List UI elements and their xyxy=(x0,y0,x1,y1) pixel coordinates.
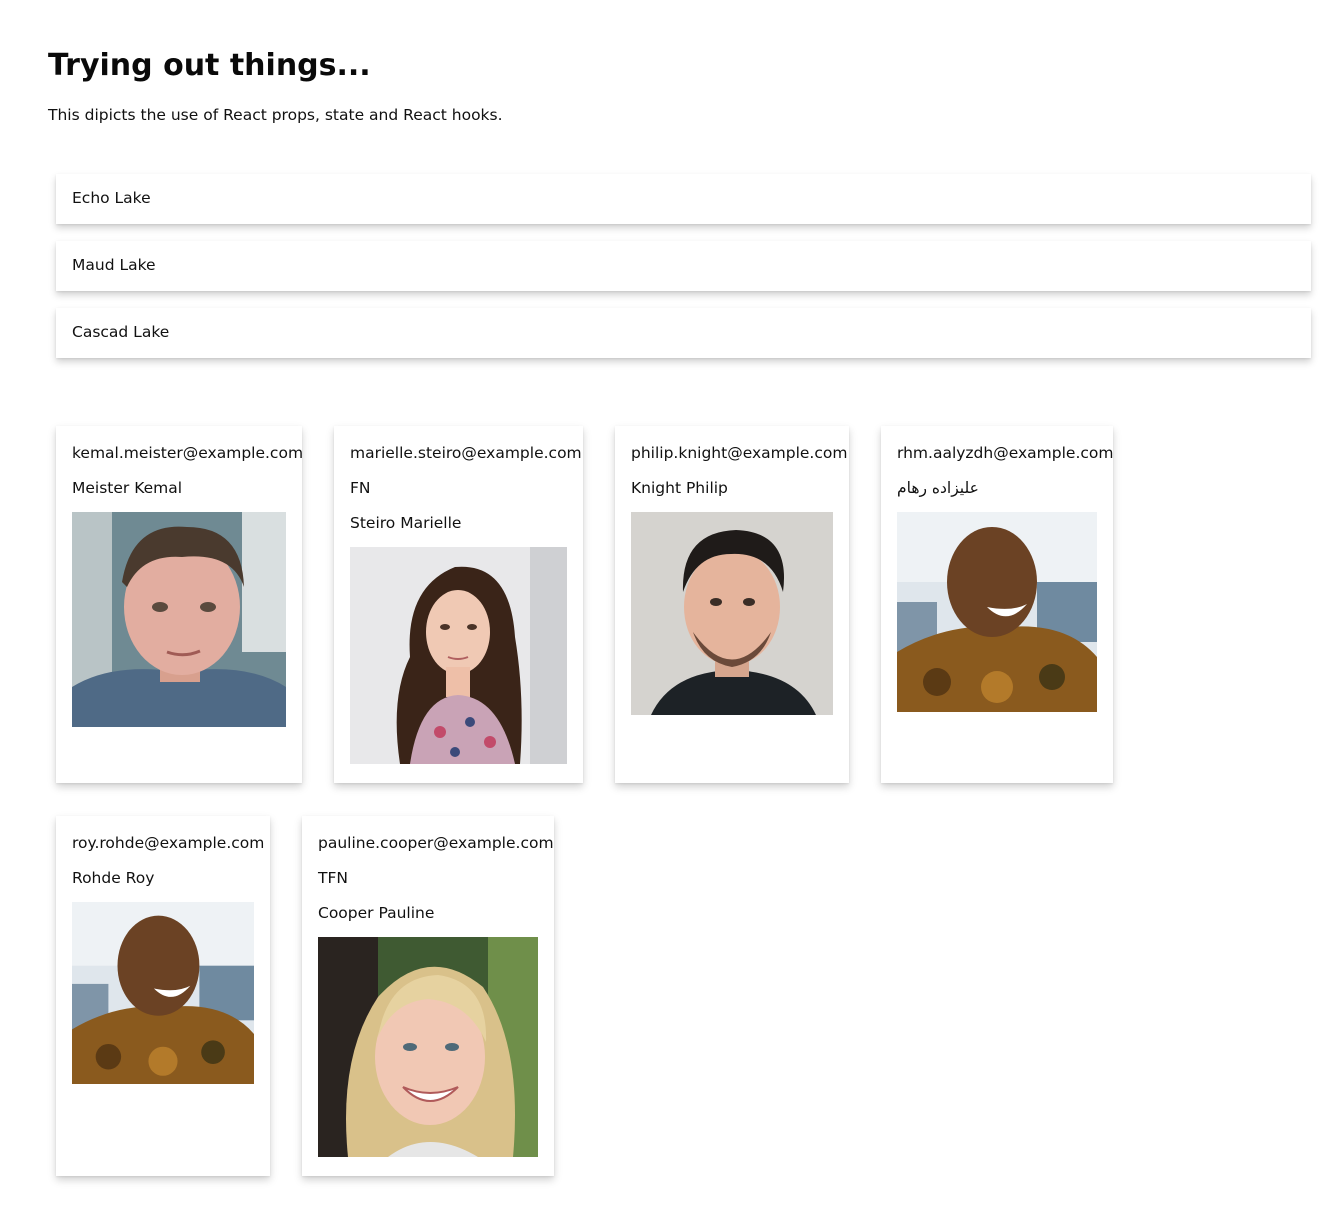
user-tag: FN xyxy=(350,479,371,497)
user-email: kemal.meister@example.com xyxy=(72,444,304,462)
user-name: Knight Philip xyxy=(631,479,728,497)
user-name: علیزاده رهام xyxy=(897,479,979,497)
lake-item-echo[interactable]: Echo Lake xyxy=(56,174,1311,224)
user-card: philip.knight@example.com Knight Philip xyxy=(615,426,849,783)
person-photo-icon xyxy=(631,512,833,715)
user-card: roy.rohde@example.com Rohde Roy xyxy=(56,816,270,1176)
user-email: philip.knight@example.com xyxy=(631,444,848,462)
lake-item-maud[interactable]: Maud Lake xyxy=(56,241,1311,291)
user-card: marielle.steiro@example.com FN Steiro Ma… xyxy=(334,426,583,783)
user-card: pauline.cooper@example.com TFN Cooper Pa… xyxy=(302,816,554,1176)
user-card: kemal.meister@example.com Meister Kemal xyxy=(56,426,304,783)
person-photo-icon xyxy=(897,512,1097,712)
user-email: pauline.cooper@example.com xyxy=(318,834,554,852)
user-name: Cooper Pauline xyxy=(318,904,435,922)
user-name: Steiro Marielle xyxy=(350,514,462,532)
lake-list: Echo Lake Maud Lake Cascad Lake xyxy=(56,174,1311,375)
page-subtitle: This dipicts the use of React props, sta… xyxy=(48,106,503,124)
person-photo-icon xyxy=(72,902,254,1084)
page-title: Trying out things... xyxy=(48,48,371,83)
user-card: rhm.aalyzdh@example.com علیزاده رهام xyxy=(881,426,1113,783)
person-photo-icon xyxy=(318,937,538,1157)
user-tag: TFN xyxy=(318,869,348,887)
page: Trying out things... This dipicts the us… xyxy=(0,0,1327,1227)
person-photo-icon xyxy=(350,547,567,764)
user-email: roy.rohde@example.com xyxy=(72,834,265,852)
person-photo-icon xyxy=(72,512,286,727)
user-email: marielle.steiro@example.com xyxy=(350,444,582,462)
lake-item-cascad[interactable]: Cascad Lake xyxy=(56,308,1311,358)
user-name: Rohde Roy xyxy=(72,869,155,887)
user-email: rhm.aalyzdh@example.com xyxy=(897,444,1114,462)
user-name: Meister Kemal xyxy=(72,479,183,497)
